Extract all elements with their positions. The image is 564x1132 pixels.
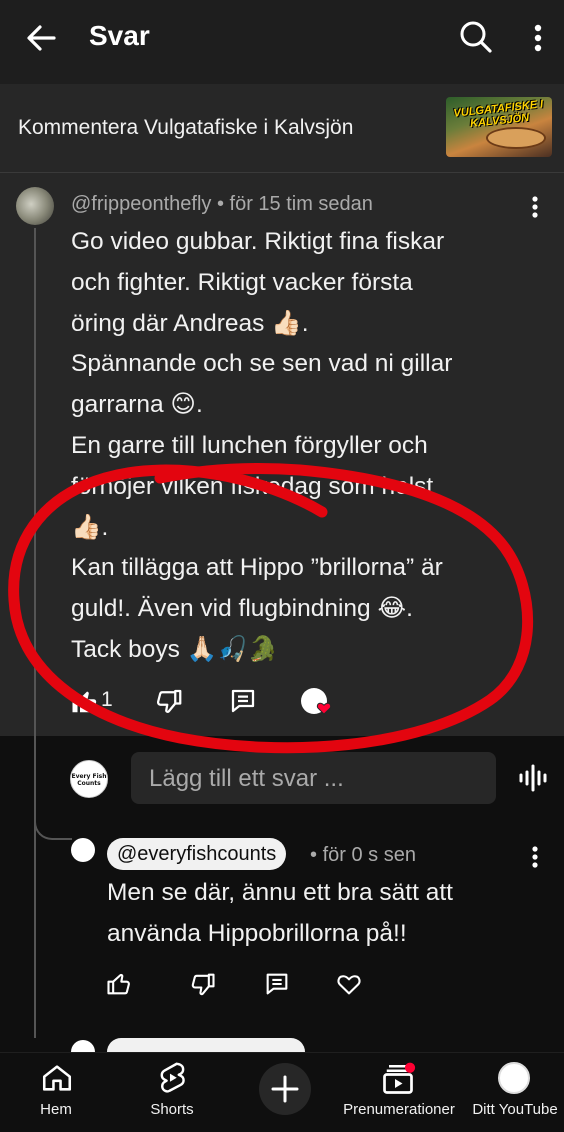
nav-shorts[interactable]: Shorts [136, 1053, 208, 1132]
comment-line: garrarna 😊. [71, 391, 203, 419]
account-avatar-icon [498, 1062, 530, 1094]
reply-dislike-button[interactable] [189, 970, 217, 1002]
shorts-icon [160, 1062, 185, 1093]
reply-reply-button[interactable] [263, 970, 291, 1002]
heart-icon [316, 702, 332, 715]
reply-line: använda Hippobrillorna på!! [107, 920, 407, 947]
comment-icon [266, 973, 288, 995]
home-icon [42, 1065, 72, 1091]
reply-actions [105, 970, 385, 1002]
like-button[interactable] [70, 686, 100, 718]
nav-you[interactable]: Ditt YouTube [466, 1053, 564, 1132]
thumbs-up-icon [107, 973, 130, 995]
nav-you-label: Ditt YouTube [472, 1101, 558, 1118]
page-title: Svar [89, 20, 150, 51]
comment-line: Spännande och se sen vad ni gillar [71, 350, 453, 378]
more-vertical-icon [532, 196, 538, 218]
reply-button[interactable] [228, 686, 258, 718]
comment-time: för 15 tim sedan [229, 193, 373, 215]
reply-more-button[interactable] [523, 844, 547, 870]
nav-subscriptions-label: Prenumerationer [343, 1101, 455, 1118]
brand-logo-text: Every Fish Counts [71, 773, 107, 787]
video-reference[interactable]: Kommentera Vulgatafiske i Kalvsjön VULGA… [0, 84, 564, 173]
comment-line: Tack boys 🙏🏻🎣🐊 [71, 635, 279, 663]
create-button[interactable] [259, 1063, 311, 1115]
reply-input-placeholder: Lägg till ett svar ... [149, 765, 344, 792]
commenter-avatar[interactable] [16, 187, 54, 225]
search-button[interactable] [456, 17, 496, 57]
back-button[interactable] [22, 18, 62, 58]
reply-author-handle[interactable]: @everyfishcounts [107, 838, 287, 870]
reply-author-avatar[interactable] [71, 838, 95, 862]
heart-outline-icon [337, 975, 361, 995]
nav-home[interactable]: Hem [20, 1053, 92, 1132]
comment-icon [231, 689, 255, 713]
comment-meta: @frippeonthefly • för 15 tim sedan [71, 193, 373, 216]
reply-line: Men se där, ännu ett bra sätt att [107, 879, 453, 906]
video-thumbnail[interactable]: VULGATAFISKE I KALVSJÖN [446, 97, 552, 157]
nav-home-label: Hem [40, 1101, 72, 1118]
thread-connector [34, 808, 72, 840]
reply-time: för 0 s sen [322, 844, 416, 866]
nav-shorts-label: Shorts [150, 1101, 194, 1118]
comment-line: En garre till lunchen förgyller och [71, 431, 428, 459]
more-vertical-icon [534, 24, 542, 52]
more-vertical-icon [532, 846, 538, 868]
thumbnail-title: VULGATAFISKE I KALVSJÖN [452, 98, 544, 131]
subscriptions-icon [383, 1062, 416, 1094]
thread-line [34, 228, 36, 1038]
comment-line: Go video gubbar. Riktigt fina fiskar [71, 228, 445, 255]
reply-meta: • för 0 s sen [310, 844, 416, 867]
comment-line: Kan tillägga att Hippo ”brillorna” är [71, 554, 443, 582]
comment-line: förhöjer vilken fiskedag som helst [71, 472, 434, 500]
video-reference-text: Kommentera Vulgatafiske i Kalvsjön [18, 116, 354, 139]
comment-text: Go video gubbar. Riktigt fina fiskar och… [71, 222, 521, 671]
nav-subscriptions[interactable]: Prenumerationer [334, 1053, 464, 1132]
heart-button[interactable] [335, 970, 363, 1002]
plus-icon [271, 1075, 299, 1103]
thumbs-up-filled-icon [72, 691, 97, 713]
like-count: 1 [101, 688, 113, 711]
comment-line: guld!. Även vid flugbindning 😂. [71, 595, 413, 623]
current-user-avatar: Every Fish Counts [70, 760, 108, 798]
comment-line: och fighter. Riktigt vacker första [71, 268, 413, 296]
audio-waveform-icon [519, 764, 547, 792]
comment-line: 👍🏻. [71, 513, 109, 541]
thumbs-down-icon [156, 689, 182, 713]
voice-input-button[interactable] [516, 761, 550, 795]
search-icon [460, 21, 492, 53]
meta-separator: • [216, 193, 230, 215]
thumbnail-fish-graphic [486, 127, 546, 149]
comment-author[interactable]: @frippeonthefly [71, 193, 211, 215]
thumbs-down-icon [191, 973, 215, 996]
comment-more-button[interactable] [523, 194, 547, 220]
comment-line: öring där Andreas 👍🏻. [71, 309, 309, 337]
reply-input[interactable]: Lägg till ett svar ... [131, 752, 496, 804]
reply-like-button[interactable] [105, 970, 133, 1002]
top-app-bar: Svar [0, 0, 564, 84]
meta-separator: • [310, 844, 323, 866]
dislike-button[interactable] [154, 686, 184, 718]
more-options-button[interactable] [524, 18, 552, 58]
arrow-left-icon [27, 25, 56, 51]
reply-text: Men se där, ännu ett bra sätt att använd… [107, 872, 527, 954]
